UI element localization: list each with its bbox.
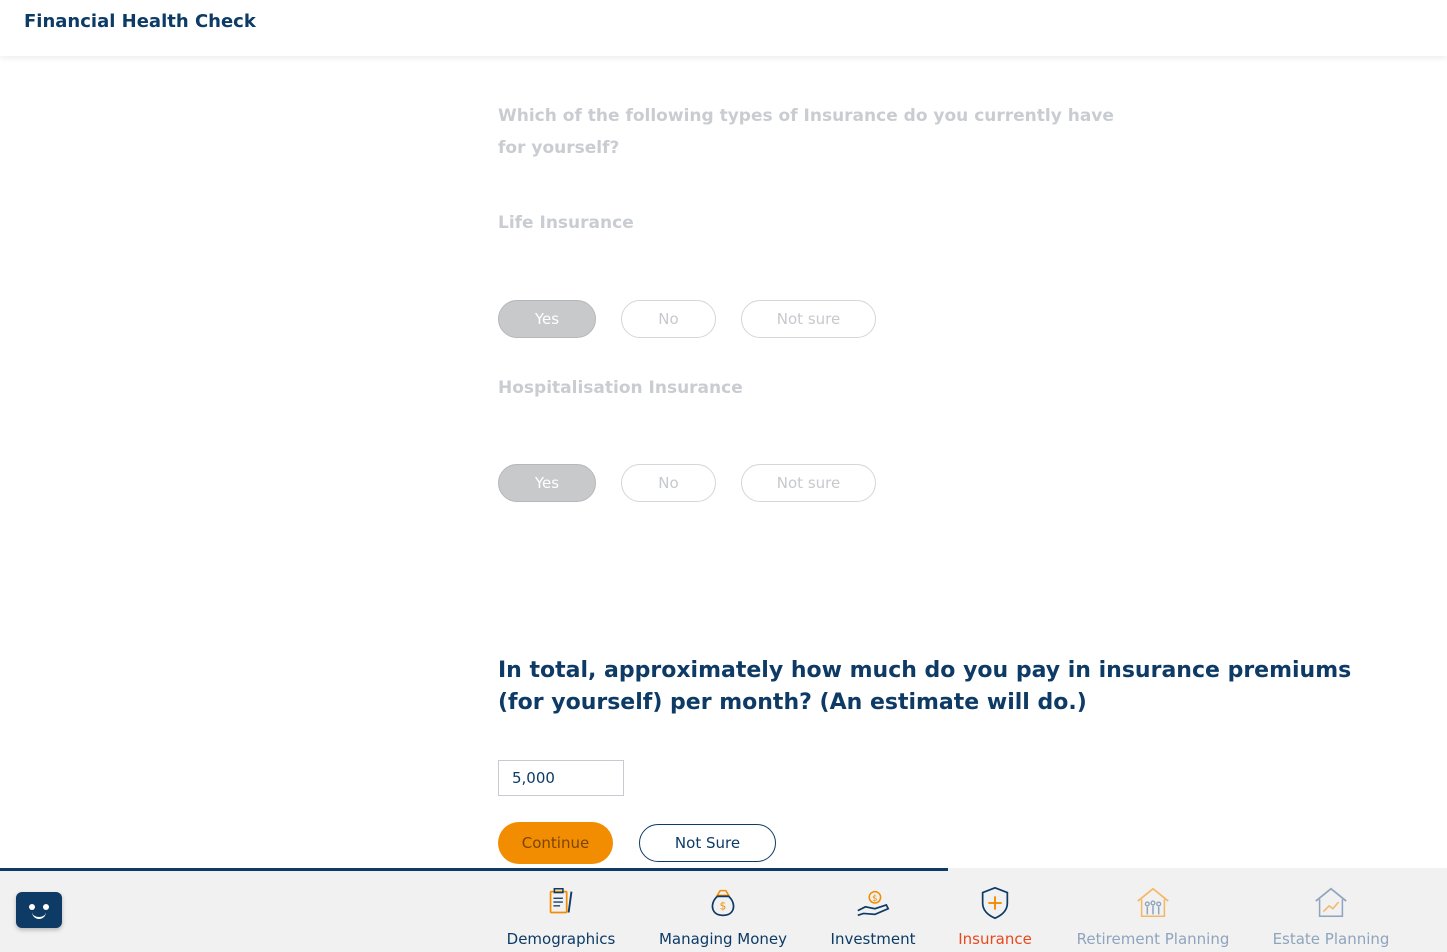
nav-demographics[interactable]: Demographics	[506, 884, 616, 948]
life-insurance-no-button[interactable]: No	[621, 300, 716, 338]
question-insurance-types: Which of the following types of Insuranc…	[498, 106, 1114, 158]
hospitalisation-not-sure-button[interactable]: Not sure	[741, 464, 876, 502]
continue-button[interactable]: Continue	[498, 822, 613, 864]
nav-investment[interactable]: $ Investment	[830, 884, 916, 948]
nav-label: Estate Planning	[1272, 930, 1390, 948]
nav-retirement-planning[interactable]: Retirement Planning	[1075, 884, 1231, 948]
house-chart-icon	[1315, 887, 1347, 918]
nav-managing-money[interactable]: $ Managing Money	[658, 884, 788, 948]
shield-plus-icon	[981, 886, 1009, 920]
premium-amount-input[interactable]	[498, 760, 624, 796]
hand-money-icon: $	[857, 890, 890, 917]
hospitalisation-yes-button[interactable]: Yes	[498, 464, 596, 502]
life-insurance-label: Life Insurance	[498, 213, 634, 233]
svg-text:$: $	[872, 894, 877, 904]
life-insurance-not-sure-button[interactable]: Not sure	[741, 300, 876, 338]
hospitalisation-insurance-label: Hospitalisation Insurance	[498, 378, 743, 398]
section-nav-footer: Demographics $ Managing Money $ Investme…	[0, 868, 1447, 952]
house-family-icon	[1137, 887, 1169, 918]
life-insurance-yes-button[interactable]: Yes	[498, 300, 596, 338]
not-sure-button[interactable]: Not Sure	[639, 824, 776, 862]
nav-label: Investment	[830, 930, 916, 948]
chatbot-icon[interactable]	[16, 892, 62, 928]
question-premium-amount: In total, approximately how much do you …	[498, 658, 1352, 715]
nav-label: Retirement Planning	[1076, 930, 1230, 948]
svg-text:$: $	[720, 901, 727, 913]
hospitalisation-no-button[interactable]: No	[621, 464, 716, 502]
nav-label: Demographics	[506, 930, 616, 948]
clipboard-pen-icon	[549, 887, 573, 914]
nav-estate-planning[interactable]: Estate Planning	[1272, 884, 1390, 948]
nav-label: Managing Money	[658, 930, 788, 948]
money-bag-icon: $	[711, 889, 735, 917]
app-title: Financial Health Check	[24, 11, 256, 32]
nav-label: Insurance	[958, 930, 1032, 948]
nav-insurance[interactable]: Insurance	[957, 884, 1033, 948]
app-header: Financial Health Check	[0, 0, 1447, 56]
progress-bar	[0, 868, 948, 871]
